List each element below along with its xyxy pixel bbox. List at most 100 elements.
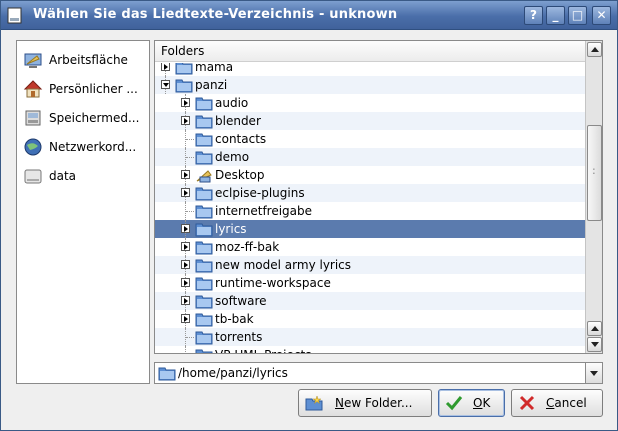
folder-icon xyxy=(195,223,213,237)
cancel-button[interactable]: Cancel xyxy=(511,389,603,417)
tree-row[interactable]: moz-ff-bak xyxy=(155,238,585,256)
folder-name: moz-ff-bak xyxy=(215,240,280,254)
folder-name: Desktop xyxy=(215,168,265,182)
tree-row[interactable]: internetfreigabe xyxy=(155,202,585,220)
tree-row[interactable]: VP-UML Projects xyxy=(155,346,585,353)
title-bar[interactable]: Wählen Sie das Liedtexte-Verzeichnis - u… xyxy=(1,1,617,30)
place-label: data xyxy=(49,169,77,183)
folder-name: eclpise-plugins xyxy=(215,186,305,200)
tree-row[interactable]: Desktop xyxy=(155,166,585,184)
place-home[interactable]: Persönlicher ... xyxy=(23,78,151,100)
folder-icon xyxy=(175,63,193,75)
tree-column-header[interactable]: Folders xyxy=(155,41,585,62)
folder-icon xyxy=(195,241,213,255)
tree-row[interactable]: torrents xyxy=(155,328,585,346)
vertical-scrollbar[interactable] xyxy=(585,41,602,353)
tree-row[interactable]: demo xyxy=(155,148,585,166)
maximize-button[interactable]: □ xyxy=(568,6,587,25)
tree-row[interactable]: tb-bak xyxy=(155,310,585,328)
folder-icon xyxy=(158,367,176,381)
place-storage-media[interactable]: Speichermed... xyxy=(23,107,151,129)
scroll-up-button[interactable] xyxy=(587,42,602,57)
tree-row[interactable]: lyrics xyxy=(155,220,585,238)
expand-toggle-icon[interactable] xyxy=(181,116,190,125)
tree-row[interactable]: panzi xyxy=(155,76,585,94)
folder-name: tb-bak xyxy=(215,312,254,326)
dialog-content: Arbeitsfläche Persönlicher ... Speicherm… xyxy=(1,31,617,430)
folder-tree[interactable]: Folders mama panzi audio blender contacts dem… xyxy=(154,40,603,354)
path-combobox[interactable]: /home/panzi/lyrics xyxy=(154,362,603,384)
desktop-folder-icon xyxy=(196,170,212,183)
new-folder-label: New Folder... xyxy=(335,396,413,410)
expand-toggle-icon[interactable] xyxy=(181,278,190,287)
folder-icon xyxy=(195,187,213,201)
tree-guide-line xyxy=(185,346,186,353)
close-button[interactable]: ✕ xyxy=(592,6,611,25)
folder-name: lyrics xyxy=(215,222,247,236)
tree-branch-line xyxy=(186,337,194,338)
places-panel: Arbeitsfläche Persönlicher ... Speicherm… xyxy=(16,40,150,384)
folder-name: runtime-workspace xyxy=(215,276,331,290)
expand-toggle-icon[interactable] xyxy=(181,188,190,197)
dialog-window: Wählen Sie das Liedtexte-Verzeichnis - u… xyxy=(0,0,618,431)
scroll-down-button[interactable] xyxy=(587,337,602,352)
expand-toggle-icon[interactable] xyxy=(181,170,190,179)
expand-toggle-icon[interactable] xyxy=(181,296,190,305)
window-title: Wählen Sie das Liedtexte-Verzeichnis - u… xyxy=(33,7,398,22)
collapse-toggle-icon[interactable] xyxy=(161,80,170,89)
tree-row[interactable]: mama xyxy=(155,63,585,76)
tree-branch-line xyxy=(186,139,194,140)
folder-name: contacts xyxy=(215,132,267,146)
tree-row[interactable]: new model army lyrics xyxy=(155,256,585,274)
tree-row[interactable]: audio xyxy=(155,94,585,112)
tree-branch-line xyxy=(186,211,194,212)
place-label: Arbeitsfläche xyxy=(49,53,128,67)
folder-icon xyxy=(195,133,213,147)
folder-icon xyxy=(195,115,213,129)
folder-icon xyxy=(195,349,213,353)
expand-toggle-icon[interactable] xyxy=(181,260,190,269)
ok-label: OK xyxy=(473,396,491,410)
scroll-up-button-lower[interactable] xyxy=(587,321,602,336)
chevron-down-icon[interactable] xyxy=(585,363,602,383)
place-label: Speichermed... xyxy=(49,111,140,125)
expand-toggle-icon[interactable] xyxy=(181,98,190,107)
desktop-icon xyxy=(24,53,42,68)
tree-row[interactable]: blender xyxy=(155,112,585,130)
folder-name: demo xyxy=(215,150,250,164)
folder-icon xyxy=(195,295,213,309)
check-icon xyxy=(445,396,463,411)
column-header-label: Folders xyxy=(161,44,205,58)
expand-toggle-icon[interactable] xyxy=(181,242,190,251)
place-desktop[interactable]: Arbeitsfläche xyxy=(23,49,151,71)
network-folders-icon xyxy=(24,138,42,156)
folder-name: VP-UML Projects xyxy=(215,348,311,353)
new-folder-icon xyxy=(305,395,323,411)
folder-icon xyxy=(195,331,213,345)
path-value: /home/panzi/lyrics xyxy=(178,366,288,380)
tree-row[interactable]: eclpise-plugins xyxy=(155,184,585,202)
expand-toggle-icon[interactable] xyxy=(161,63,170,71)
place-data[interactable]: data xyxy=(23,165,151,187)
folder-name: panzi xyxy=(195,78,228,92)
tree-row[interactable]: software xyxy=(155,292,585,310)
help-button[interactable]: ? xyxy=(524,6,543,25)
folder-icon xyxy=(195,97,213,111)
scrollbar-thumb[interactable] xyxy=(587,125,602,221)
expand-toggle-icon[interactable] xyxy=(181,224,190,233)
tree-row[interactable]: contacts xyxy=(155,130,585,148)
folder-name: audio xyxy=(215,96,249,110)
tree-row[interactable]: runtime-workspace xyxy=(155,274,585,292)
folder-name: new model army lyrics xyxy=(215,258,352,272)
folder-icon xyxy=(195,205,213,219)
minimize-button[interactable]: _ xyxy=(546,6,565,25)
folder-name: internetfreigabe xyxy=(215,204,313,218)
place-label: Persönlicher ... xyxy=(49,82,138,96)
document-icon xyxy=(7,7,22,24)
ok-button[interactable]: OK xyxy=(438,389,505,417)
place-network-folders[interactable]: Netzwerkord... xyxy=(23,136,151,158)
expand-toggle-icon[interactable] xyxy=(181,314,190,323)
drive-icon xyxy=(24,169,42,184)
new-folder-button[interactable]: New Folder... xyxy=(298,389,432,417)
folder-icon xyxy=(195,313,213,327)
